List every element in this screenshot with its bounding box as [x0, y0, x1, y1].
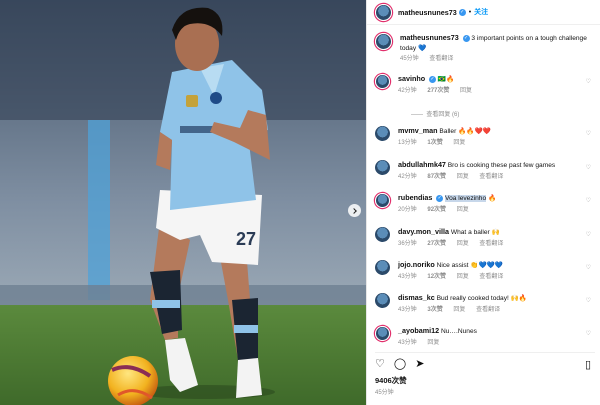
verified-icon: ✓: [462, 34, 470, 42]
comment-likes[interactable]: 12次赞: [427, 274, 446, 280]
comment-username[interactable]: dismas_kc: [398, 293, 435, 302]
translate-link[interactable]: 查看翻译: [476, 307, 500, 313]
comment-username[interactable]: abdullahmk47: [398, 160, 446, 169]
commenter-avatar[interactable]: [375, 293, 390, 308]
commenter-avatar[interactable]: [375, 160, 390, 175]
commenter-avatar[interactable]: [375, 260, 390, 275]
verified-icon: ✓: [458, 8, 466, 16]
comment-likes[interactable]: 3次赞: [427, 307, 442, 313]
comment-text: Bud really cooked today! 🙌🔥: [436, 295, 528, 302]
commenter-avatar[interactable]: [375, 74, 390, 89]
comment-emoji: 🔥: [487, 195, 497, 202]
comment-text: What a baller 🙌: [450, 229, 500, 236]
comment-item: mvmv_man Baller 🔥🔥❤️❤️ 13分钟 1次赞 回复 ♡: [375, 126, 597, 148]
likes-count[interactable]: 9406次赞: [375, 375, 407, 386]
post-photo[interactable]: 27: [0, 0, 366, 405]
reply-button[interactable]: 回复: [427, 340, 439, 346]
comment-text: Nice assist 👏💙💙💙: [436, 262, 504, 269]
translate-link[interactable]: 查看翻译: [479, 241, 503, 247]
next-slide-button[interactable]: [348, 204, 361, 217]
footballer-image: 27: [0, 0, 366, 405]
comment-username[interactable]: mvmv_man: [398, 126, 438, 135]
comment-username[interactable]: rubendias: [398, 193, 432, 202]
like-comment-icon[interactable]: ♡: [586, 297, 591, 304]
share-icon[interactable]: ➤: [415, 358, 424, 370]
like-comment-icon[interactable]: ♡: [586, 78, 591, 85]
comments-panel: matheusnunes73 ✓ • 关注 matheusnunes73 ✓ 3…: [366, 0, 600, 405]
translate-link[interactable]: 查看翻译: [479, 174, 503, 180]
reply-button[interactable]: 回复: [457, 174, 469, 180]
view-replies-label: 查看回复 (6): [426, 112, 460, 118]
like-comment-icon[interactable]: ♡: [586, 264, 591, 271]
comment-text: Bro is cooking these past few games: [447, 162, 556, 169]
svg-text:27: 27: [236, 229, 256, 249]
verified-icon: ✓: [429, 75, 437, 83]
comment-time: 13分钟: [398, 139, 417, 146]
comment-item: davy.mon_villa What a baller 🙌 36分钟 27次赞…: [375, 227, 597, 249]
comment-item: jojo.noriko Nice assist 👏💙💙💙 43分钟 12次赞 回…: [375, 260, 597, 282]
separator-dot: •: [468, 8, 472, 16]
post-viewer: 27 matheusnunes73 ✓ • 关注 matheusnunes73 …: [0, 0, 600, 405]
like-comment-icon[interactable]: ♡: [586, 231, 591, 238]
author-username[interactable]: matheusnunes73: [398, 8, 457, 17]
comment-item: rubendias ✓ Voa levezinho 🔥 20分钟 92次赞 回复…: [375, 193, 597, 215]
post-header: matheusnunes73 ✓ • 关注: [367, 0, 600, 25]
comment-time: 20分钟: [398, 206, 417, 213]
comment-item: savinho ✓ 🇧🇷🔥 42分钟 277次赞 回复 ♡: [375, 74, 597, 96]
reply-button[interactable]: 回复: [453, 307, 465, 313]
reply-button[interactable]: 回复: [453, 140, 465, 146]
follow-button[interactable]: 关注: [474, 7, 488, 17]
caption-time: 45分钟: [400, 56, 419, 62]
bookmark-icon[interactable]: ▯: [585, 358, 591, 371]
comment-text: Nu….Nunes: [441, 328, 477, 335]
commenter-avatar[interactable]: [375, 326, 390, 341]
comment-likes[interactable]: 1次赞: [427, 140, 442, 146]
comment-likes[interactable]: 277次赞: [427, 88, 449, 94]
comment-likes[interactable]: 92次赞: [427, 207, 446, 213]
reply-button[interactable]: 回复: [457, 207, 469, 213]
caption-emoji: 💙: [417, 44, 427, 52]
commenter-avatar[interactable]: [375, 193, 390, 208]
comment-username[interactable]: jojo.noriko: [398, 260, 435, 269]
like-comment-icon[interactable]: ♡: [586, 330, 591, 337]
like-comment-icon[interactable]: ♡: [586, 130, 591, 137]
comment-time: 42分钟: [398, 173, 417, 180]
comment-icon[interactable]: ◯: [394, 358, 406, 370]
comment-item: _ayobami12 Nu….Nunes 43分钟 回复 ♡: [375, 326, 597, 348]
comment-time: 36分钟: [398, 240, 417, 247]
comment-text: Baller 🔥🔥❤️❤️: [439, 128, 491, 135]
reply-button[interactable]: 回复: [457, 274, 469, 280]
post-actions: ♡ ◯ ➤ ▯: [375, 352, 595, 371]
comment-time: 43分钟: [398, 306, 417, 313]
comment-time: 42分钟: [398, 87, 417, 94]
post-caption: matheusnunes73 ✓ 3 important points on a…: [375, 33, 595, 65]
view-replies-link[interactable]: —— 查看回复 (6): [411, 109, 459, 118]
comment-text: Voa levezinho: [445, 195, 487, 202]
comment-item: abdullahmk47 Bro is cooking these past f…: [375, 160, 597, 182]
post-time: 45分钟: [375, 390, 394, 396]
translate-link[interactable]: 查看翻译: [429, 56, 453, 62]
commenter-avatar[interactable]: [375, 126, 390, 141]
like-comment-icon[interactable]: ♡: [586, 197, 591, 204]
verified-icon: ✓: [436, 194, 444, 202]
author-avatar[interactable]: [375, 3, 392, 21]
comment-likes[interactable]: 27次赞: [427, 241, 446, 247]
commenter-avatar[interactable]: [375, 227, 390, 242]
reply-button[interactable]: 回复: [460, 88, 472, 94]
comment-item: dismas_kc Bud really cooked today! 🙌🔥 43…: [375, 293, 597, 315]
like-comment-icon[interactable]: ♡: [586, 164, 591, 171]
comment-likes[interactable]: 87次赞: [427, 174, 446, 180]
translate-link[interactable]: 查看翻译: [479, 274, 503, 280]
comment-username[interactable]: davy.mon_villa: [398, 227, 449, 236]
comment-username[interactable]: _ayobami12: [398, 326, 439, 335]
heart-icon[interactable]: ♡: [375, 358, 385, 370]
comment-username[interactable]: savinho: [398, 74, 425, 83]
comment-emoji: 🇧🇷🔥: [437, 76, 455, 83]
comment-time: 43分钟: [398, 339, 417, 346]
reply-button[interactable]: 回复: [457, 241, 469, 247]
caption-username[interactable]: matheusnunes73: [400, 33, 459, 42]
chevron-right-icon: [351, 207, 357, 214]
author-avatar[interactable]: [375, 33, 392, 50]
comment-time: 43分钟: [398, 273, 417, 280]
